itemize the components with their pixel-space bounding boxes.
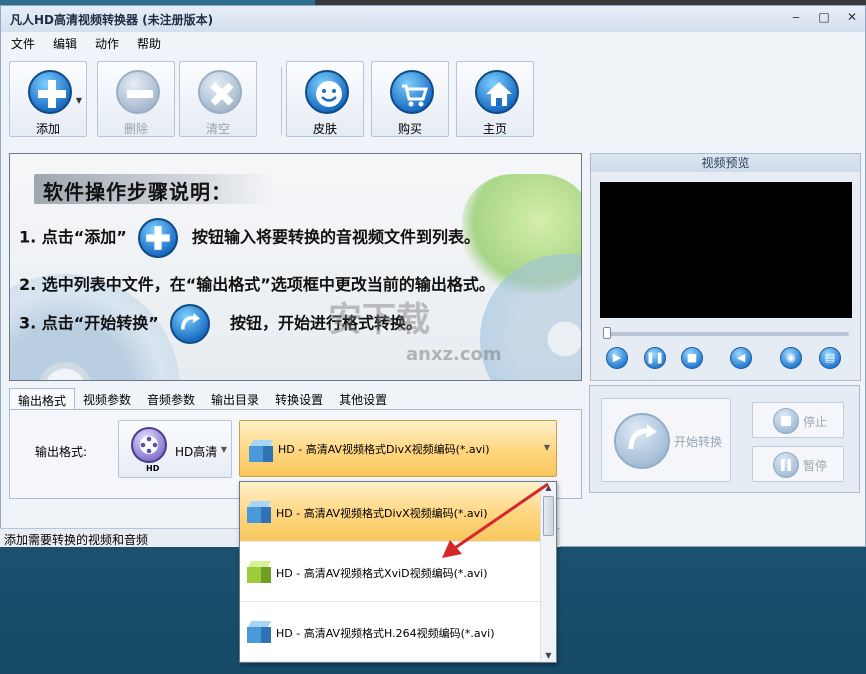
play-icon[interactable]: ▶ [606, 347, 628, 369]
delete-button[interactable]: 删除 [97, 61, 175, 137]
scroll-down-icon[interactable]: ▼ [541, 651, 556, 660]
x-clear-icon [198, 70, 242, 114]
skin-button[interactable]: 皮肤 [286, 61, 364, 137]
toolbar-separator [281, 67, 282, 135]
tab-output-format[interactable]: 输出格式 [9, 388, 76, 410]
pause-label: 暂停 [803, 459, 828, 473]
smiley-icon [305, 70, 349, 114]
clear-button[interactable]: 清空 [179, 61, 257, 137]
blue-cube-icon [246, 621, 272, 643]
green-cube-icon [246, 561, 272, 583]
refresh-arrow-icon [170, 304, 211, 344]
stop-label: 停止 [803, 415, 828, 429]
instruction-panel: 软件操作步骤说明： 1. 点击“添加” 按钮输入将要转换的音视频文件到列表。 2… [9, 153, 582, 381]
snapshot-icon[interactable]: ◉ [780, 347, 802, 369]
red-arrow-annotation [442, 482, 549, 558]
output-format-label: 输出格式: [35, 445, 88, 459]
chevron-down-icon: ▼ [220, 445, 227, 454]
add-button[interactable]: ▼ 添加 [9, 61, 87, 137]
add-dropdown-arrow-icon[interactable]: ▼ [76, 96, 82, 105]
format-type-name: HD高清 [175, 445, 218, 459]
seek-handle[interactable] [603, 327, 611, 339]
volume-icon[interactable]: ◀ [730, 347, 752, 369]
blue-cube-icon [246, 501, 272, 523]
instruction-step-1: 1. 点击“添加” 按钮输入将要转换的音视频文件到列表。 [19, 218, 480, 258]
maximize-icon[interactable]: □ [817, 10, 831, 24]
start-convert-label: 开始转换 [674, 435, 723, 449]
stop-icon [773, 408, 799, 434]
blue-cube-icon [248, 440, 274, 462]
pause-icon[interactable]: ❚❚ [644, 347, 666, 369]
selected-format-text: HD - 高清AV视频格式DivX视频编码(*.avi) [278, 443, 490, 456]
plus-icon [28, 70, 72, 114]
menu-edit[interactable]: 编辑 [43, 33, 85, 55]
clear-label: 清空 [205, 122, 230, 136]
skin-label: 皮肤 [312, 122, 337, 136]
refresh-arrow-icon [614, 413, 670, 469]
open-folder-icon[interactable]: ▤ [819, 347, 841, 369]
minimize-icon[interactable]: ‒ [789, 10, 803, 24]
step3-prefix: 3. 点击“开始转换” [19, 313, 159, 333]
shopping-cart-icon [390, 70, 434, 114]
stop-icon[interactable]: ■ [681, 347, 703, 369]
title-bar[interactable]: 凡人HD高清视频转换器 (未注册版本) ‒ □ ✕ [1, 6, 865, 32]
plus-icon [138, 218, 179, 258]
video-display [600, 182, 852, 318]
preview-title: 视频预览 [591, 154, 860, 172]
watermark-text: 安下载 [328, 300, 430, 340]
home-icon [475, 70, 519, 114]
settings-tabs: 输出格式 视频参数 音频参数 输出目录 转换设置 其他设置 [9, 388, 395, 410]
close-icon[interactable]: ✕ [845, 10, 859, 24]
film-reel-icon [131, 427, 167, 463]
chevron-down-icon: ▼ [543, 443, 550, 452]
window-title: 凡人HD高清视频转换器 (未注册版本) [10, 13, 214, 27]
tab-audio-params[interactable]: 音频参数 [139, 388, 203, 410]
start-convert-button[interactable]: 开始转换 [601, 398, 731, 482]
step1-prefix: 1. 点击“添加” [19, 227, 127, 247]
home-label: 主页 [482, 122, 507, 136]
dropdown-option-h264[interactable]: HD - 高清AV视频格式H.264视频编码(*.avi) [240, 602, 541, 662]
tab-convert-settings[interactable]: 转换设置 [267, 388, 331, 410]
minus-icon [116, 70, 160, 114]
hd-badge: HD [146, 464, 160, 473]
tab-output-dir[interactable]: 输出目录 [203, 388, 267, 410]
watermark-subtext: anxz.com [406, 344, 502, 365]
step1-suffix: 按钮输入将要转换的音视频文件到列表。 [191, 227, 480, 247]
instruction-title: 软件操作步骤说明： [43, 180, 232, 204]
pause-icon [773, 452, 799, 478]
tab-video-params[interactable]: 视频参数 [75, 388, 139, 410]
video-preview-panel: 视频预览 ▶ ❚❚ ■ ◀ ◉ ▤ [590, 153, 861, 381]
seek-bar[interactable] [603, 332, 849, 336]
home-button[interactable]: 主页 [456, 61, 534, 137]
delete-label: 删除 [123, 122, 148, 136]
add-label: 添加 [35, 122, 60, 136]
status-text: 添加需要转换的视频和音频 [4, 533, 149, 547]
menu-bar: 文件 编辑 动作 帮助 [1, 33, 169, 55]
format-type-selector[interactable]: HD HD高清 ▼ [118, 420, 232, 478]
option-label: HD - 高清AV视频格式H.264视频编码(*.avi) [276, 627, 495, 640]
stop-button[interactable]: 停止 [752, 402, 844, 438]
menu-action[interactable]: 动作 [85, 33, 127, 55]
output-format-select[interactable]: HD - 高清AV视频格式DivX视频编码(*.avi) ▼ [239, 420, 557, 477]
menu-file[interactable]: 文件 [1, 33, 43, 55]
buy-button[interactable]: 购买 [371, 61, 449, 137]
tab-other-settings[interactable]: 其他设置 [331, 388, 395, 410]
pause-button[interactable]: 暂停 [752, 446, 844, 482]
menu-help[interactable]: 帮助 [127, 33, 169, 55]
buy-label: 购买 [397, 122, 422, 136]
